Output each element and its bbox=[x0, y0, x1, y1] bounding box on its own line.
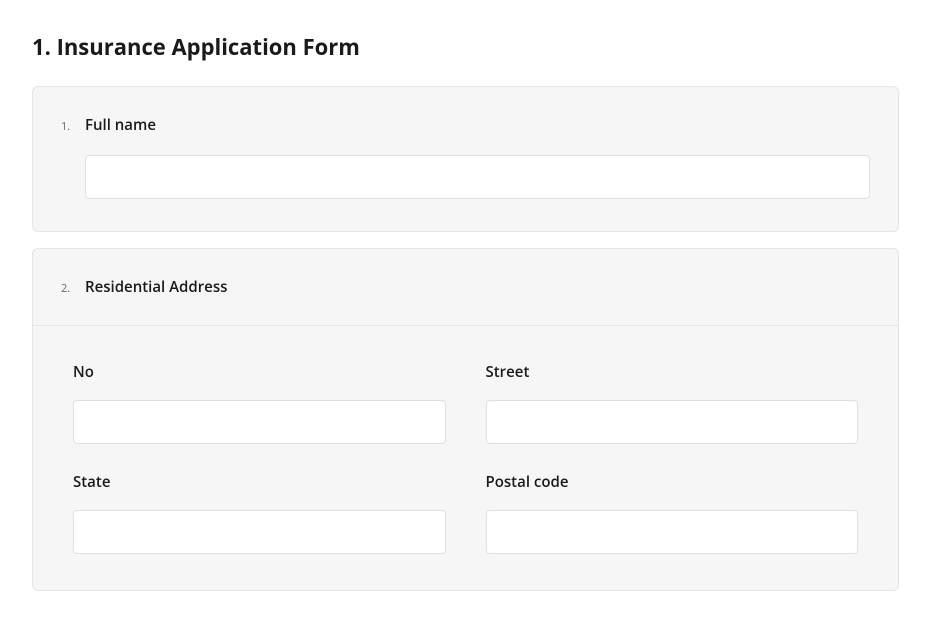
address-field-state: State bbox=[73, 472, 446, 554]
address-label-no: No bbox=[73, 362, 446, 382]
question-body bbox=[33, 135, 898, 231]
address-postal-input[interactable] bbox=[486, 510, 859, 554]
question-number: 2. bbox=[61, 281, 75, 296]
question-card-address: 2. Residential Address No Street State P… bbox=[32, 248, 899, 591]
question-label-full-name: Full name bbox=[85, 115, 156, 135]
address-state-input[interactable] bbox=[73, 510, 446, 554]
address-grid: No Street State Postal code bbox=[73, 362, 858, 554]
question-label-address: Residential Address bbox=[85, 277, 227, 297]
question-number: 1. bbox=[61, 119, 75, 134]
address-field-postal: Postal code bbox=[486, 472, 859, 554]
form-container: 1. Insurance Application Form 1. Full na… bbox=[32, 32, 899, 591]
form-title: 1. Insurance Application Form bbox=[32, 32, 899, 62]
question-card-full-name: 1. Full name bbox=[32, 86, 899, 232]
address-label-postal: Postal code bbox=[486, 472, 859, 492]
address-field-street: Street bbox=[486, 362, 859, 444]
address-no-input[interactable] bbox=[73, 400, 446, 444]
full-name-input[interactable] bbox=[85, 155, 870, 199]
address-field-no: No bbox=[73, 362, 446, 444]
address-street-input[interactable] bbox=[486, 400, 859, 444]
question-header: 2. Residential Address bbox=[33, 249, 898, 326]
address-label-street: Street bbox=[486, 362, 859, 382]
question-header: 1. Full name bbox=[33, 87, 898, 135]
address-label-state: State bbox=[73, 472, 446, 492]
address-body: No Street State Postal code bbox=[33, 326, 898, 590]
